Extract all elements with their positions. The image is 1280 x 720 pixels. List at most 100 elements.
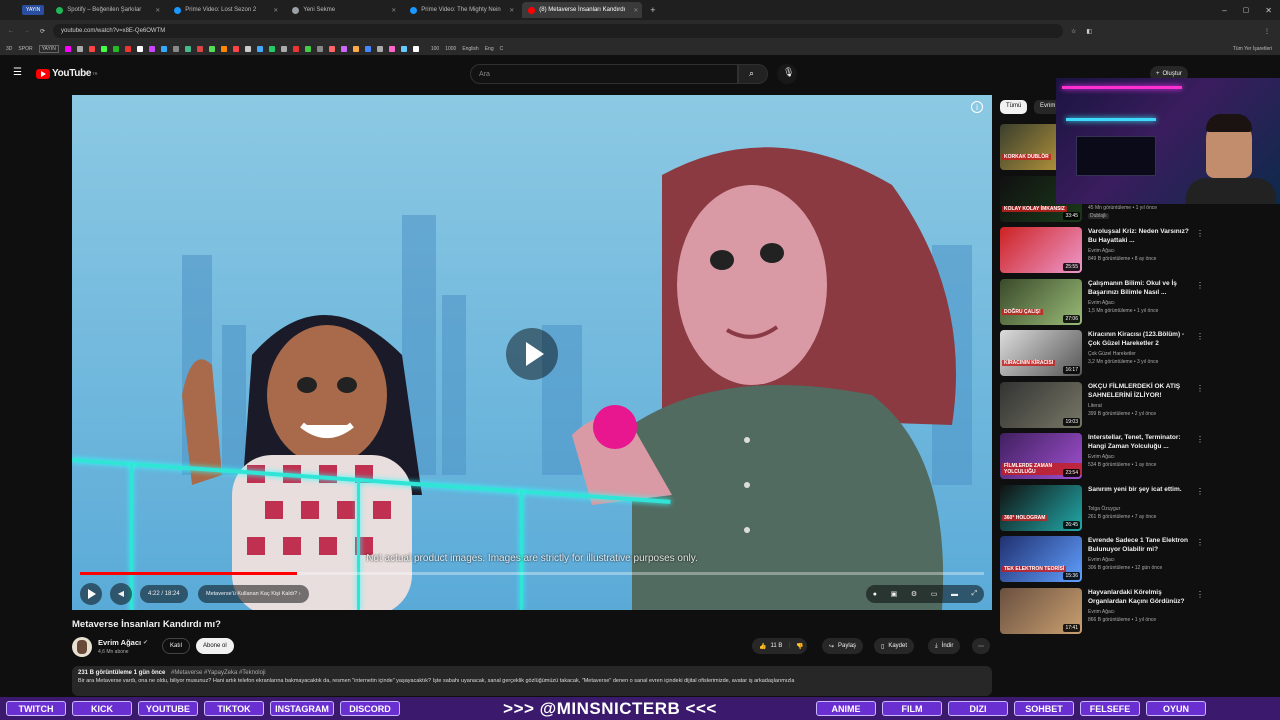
search-button[interactable]: ⌕ bbox=[738, 64, 768, 84]
video-player[interactable]: i Not actual product images. Images are … bbox=[72, 95, 992, 610]
more-vertical-icon[interactable]: ⋮ bbox=[1196, 487, 1204, 496]
back-icon[interactable]: ← bbox=[8, 28, 14, 34]
bookmark-favicon-icon[interactable] bbox=[220, 45, 228, 52]
more-vertical-icon[interactable]: ⋮ bbox=[1196, 590, 1204, 599]
bookmark-favicon-icon[interactable] bbox=[340, 45, 348, 52]
recommendation-channel[interactable]: Evrim Ağacı bbox=[1088, 454, 1115, 460]
play-pause-button[interactable] bbox=[80, 583, 102, 605]
bookmark-favicon-icon[interactable] bbox=[124, 45, 132, 52]
subtitles-icon[interactable]: ▣ bbox=[891, 590, 898, 598]
more-vertical-icon[interactable]: ⋮ bbox=[1196, 538, 1204, 547]
all-bookmarks-link[interactable]: Tüm Yer İşaretleri bbox=[1233, 46, 1272, 52]
youtube-logo[interactable]: YouTube TR bbox=[36, 68, 98, 79]
bookmark-100[interactable]: 100 bbox=[431, 46, 439, 52]
new-tab-button[interactable]: + bbox=[650, 5, 655, 15]
recommendation-item[interactable]: FİLMLERDE ZAMAN YOLCULUĞU 23:54 Interstell… bbox=[1000, 433, 1210, 484]
reload-icon[interactable]: ⟳ bbox=[40, 28, 45, 35]
voice-search-button[interactable]: 🎙 bbox=[777, 64, 797, 84]
recommendation-title[interactable]: Sanırım yeni bir şey icat ettim. bbox=[1088, 485, 1196, 494]
recommendation-title[interactable]: Kiracının Kiracısı (123.Bölüm) - Çok Güz… bbox=[1088, 330, 1196, 348]
bookmark-favicon-icon[interactable] bbox=[400, 45, 408, 52]
recommendation-item[interactable]: 25:55 Varoluşsal Kriz: Neden Varsınız? Bu… bbox=[1000, 227, 1210, 278]
more-vertical-icon[interactable]: ⋮ bbox=[1196, 229, 1204, 238]
bookmark-favicon-icon[interactable] bbox=[172, 45, 180, 52]
bookmark-favicon-icon[interactable] bbox=[376, 45, 384, 52]
video-thumbnail[interactable]: DOĞRU ÇALIŞ! 27:06 bbox=[1000, 278, 1082, 325]
bookmark-favicon-icon[interactable] bbox=[160, 45, 168, 52]
category-button-dizi[interactable]: DIZI bbox=[948, 701, 1008, 716]
browser-tab-5[interactable]: (8) Metaverse İnsanları Kandırdı ✕ bbox=[522, 2, 643, 18]
bookmark-favicon-icon[interactable] bbox=[292, 45, 300, 52]
recommendation-title[interactable]: OKÇU FİLMLERDEKİ OK ATIŞ SAHNELERİNİ İZL… bbox=[1088, 382, 1196, 400]
category-button-anime[interactable]: ANIME bbox=[816, 701, 876, 716]
more-vertical-icon[interactable]: ⋮ bbox=[1196, 281, 1204, 290]
menu-icon[interactable]: ⋮ bbox=[1264, 28, 1270, 35]
category-button-film[interactable]: FILM bbox=[882, 701, 942, 716]
recommendation-item[interactable]: DOĞRU ÇALIŞ! 27:06 Çalışmanın Bilimi: Okul… bbox=[1000, 278, 1210, 330]
progress-bar[interactable] bbox=[80, 572, 984, 575]
more-vertical-icon[interactable]: ⋮ bbox=[1196, 332, 1204, 341]
browser-tab-2[interactable]: Prime Video: Lost Sezon 2 ✕ bbox=[168, 2, 284, 18]
bookmark-favicon-icon[interactable] bbox=[76, 45, 84, 52]
bookmark-english[interactable]: English bbox=[462, 46, 478, 52]
video-thumbnail[interactable]: 17:41 bbox=[1000, 587, 1082, 634]
description-box[interactable]: 231 B görüntüleme 1 gün önce #Metaverse … bbox=[72, 666, 992, 696]
recommendation-title[interactable]: Çalışmanın Bilimi: Okul ve İş Başarınızı… bbox=[1088, 279, 1196, 297]
recommendation-channel[interactable]: Evrim Ağacı bbox=[1088, 609, 1115, 615]
bookmark-favicon-icon[interactable] bbox=[196, 45, 204, 52]
maximize-button[interactable]: ▢ bbox=[1243, 6, 1250, 14]
social-button-kick[interactable]: KICK bbox=[72, 701, 132, 716]
browser-tab-3[interactable]: Yeni Sekme ✕ bbox=[286, 2, 402, 18]
recommendation-title[interactable]: Evrende Sadece 1 Tane Elektron Bulunuyor… bbox=[1088, 536, 1196, 554]
category-button-sohbet[interactable]: SOHBET bbox=[1014, 701, 1074, 716]
more-vertical-icon[interactable]: ⋮ bbox=[1196, 384, 1204, 393]
more-actions-button[interactable]: ⋯ bbox=[972, 638, 990, 654]
category-button-oyun[interactable]: OYUN bbox=[1146, 701, 1206, 716]
download-button[interactable]: ⤓ İndir bbox=[928, 638, 961, 654]
bookmark-favicon-icon[interactable] bbox=[304, 45, 312, 52]
browser-tab-1[interactable]: Spotify – Beğenilen Şarkılar ✕ bbox=[50, 2, 166, 18]
volume-button[interactable]: ◀ bbox=[110, 583, 132, 605]
recommendation-item[interactable]: 19:03 OKÇU FİLMLERDEKİ OK ATIŞ SAHNELERİN… bbox=[1000, 381, 1210, 433]
social-button-youtube[interactable]: YOUTUBE bbox=[138, 701, 198, 716]
forward-icon[interactable]: → bbox=[24, 28, 30, 34]
share-button[interactable]: ↪ Paylaş bbox=[822, 638, 864, 654]
save-button[interactable]: ▯ Kaydet bbox=[874, 638, 914, 654]
bookmark-favicon-icon[interactable] bbox=[64, 45, 72, 52]
social-button-twitch[interactable]: TWITCH bbox=[6, 701, 66, 716]
bookmark-favicon-icon[interactable] bbox=[244, 45, 252, 52]
recommendation-channel[interactable]: Çok Güzel Hareketler bbox=[1088, 351, 1136, 357]
social-button-instagram[interactable]: INSTAGRAM bbox=[270, 701, 334, 716]
bookmark-favicon-icon[interactable] bbox=[136, 45, 144, 52]
video-thumbnail[interactable]: FİLMLERDE ZAMAN YOLCULUĞU 23:54 bbox=[1000, 433, 1082, 479]
settings-icon[interactable]: ⚙ bbox=[911, 590, 917, 598]
bookmark-eng[interactable]: Eng bbox=[485, 46, 494, 52]
recommendation-title[interactable]: Hayvanlardaki Körelmiş Organlardan Kaçın… bbox=[1088, 588, 1196, 606]
bookmark-favicon-icon[interactable] bbox=[352, 45, 360, 52]
tab-close-icon[interactable]: ✕ bbox=[501, 7, 514, 14]
chapter-button[interactable]: Metaverse'ü Kullanan Kaç Kişi Kaldı? › bbox=[198, 585, 309, 603]
category-button-felsefe[interactable]: FELSEFE bbox=[1080, 701, 1140, 716]
channel-name[interactable]: Evrim Ağacı bbox=[98, 638, 141, 647]
center-play-button[interactable] bbox=[506, 328, 558, 380]
extensions-icon[interactable]: ◧ bbox=[1086, 28, 1092, 35]
bookmark-favicon-icon[interactable] bbox=[328, 45, 336, 52]
social-button-tiktok[interactable]: TIKTOK bbox=[204, 701, 264, 716]
tab-close-icon[interactable]: ✕ bbox=[147, 7, 160, 14]
bookmark-favicon-icon[interactable] bbox=[88, 45, 96, 52]
bookmark-favicon-icon[interactable] bbox=[256, 45, 264, 52]
hamburger-icon[interactable]: ☰ bbox=[13, 67, 22, 78]
minimize-button[interactable]: – bbox=[1222, 6, 1226, 15]
address-field[interactable]: youtube.com/watch?v=x8E-Qe6OWTM bbox=[53, 24, 1064, 38]
bookmark-c[interactable]: C bbox=[500, 46, 504, 52]
social-button-discord[interactable]: DISCORD bbox=[340, 701, 400, 716]
recommendation-channel[interactable]: Literat bbox=[1088, 403, 1102, 409]
tab-close-icon[interactable]: ✕ bbox=[265, 7, 278, 14]
like-button[interactable]: 👍 11 B | 👎 bbox=[752, 638, 808, 654]
thumbs-down-icon[interactable]: 👎 bbox=[796, 643, 803, 650]
recommendation-channel[interactable]: Tolga Özuygur bbox=[1088, 506, 1120, 512]
recommendation-channel[interactable]: Evrim Ağacı bbox=[1088, 557, 1115, 563]
bookmark-favicon-icon[interactable] bbox=[388, 45, 396, 52]
subscribe-button[interactable]: Abone ol bbox=[196, 638, 234, 654]
bookmark-favicon-icon[interactable] bbox=[268, 45, 276, 52]
